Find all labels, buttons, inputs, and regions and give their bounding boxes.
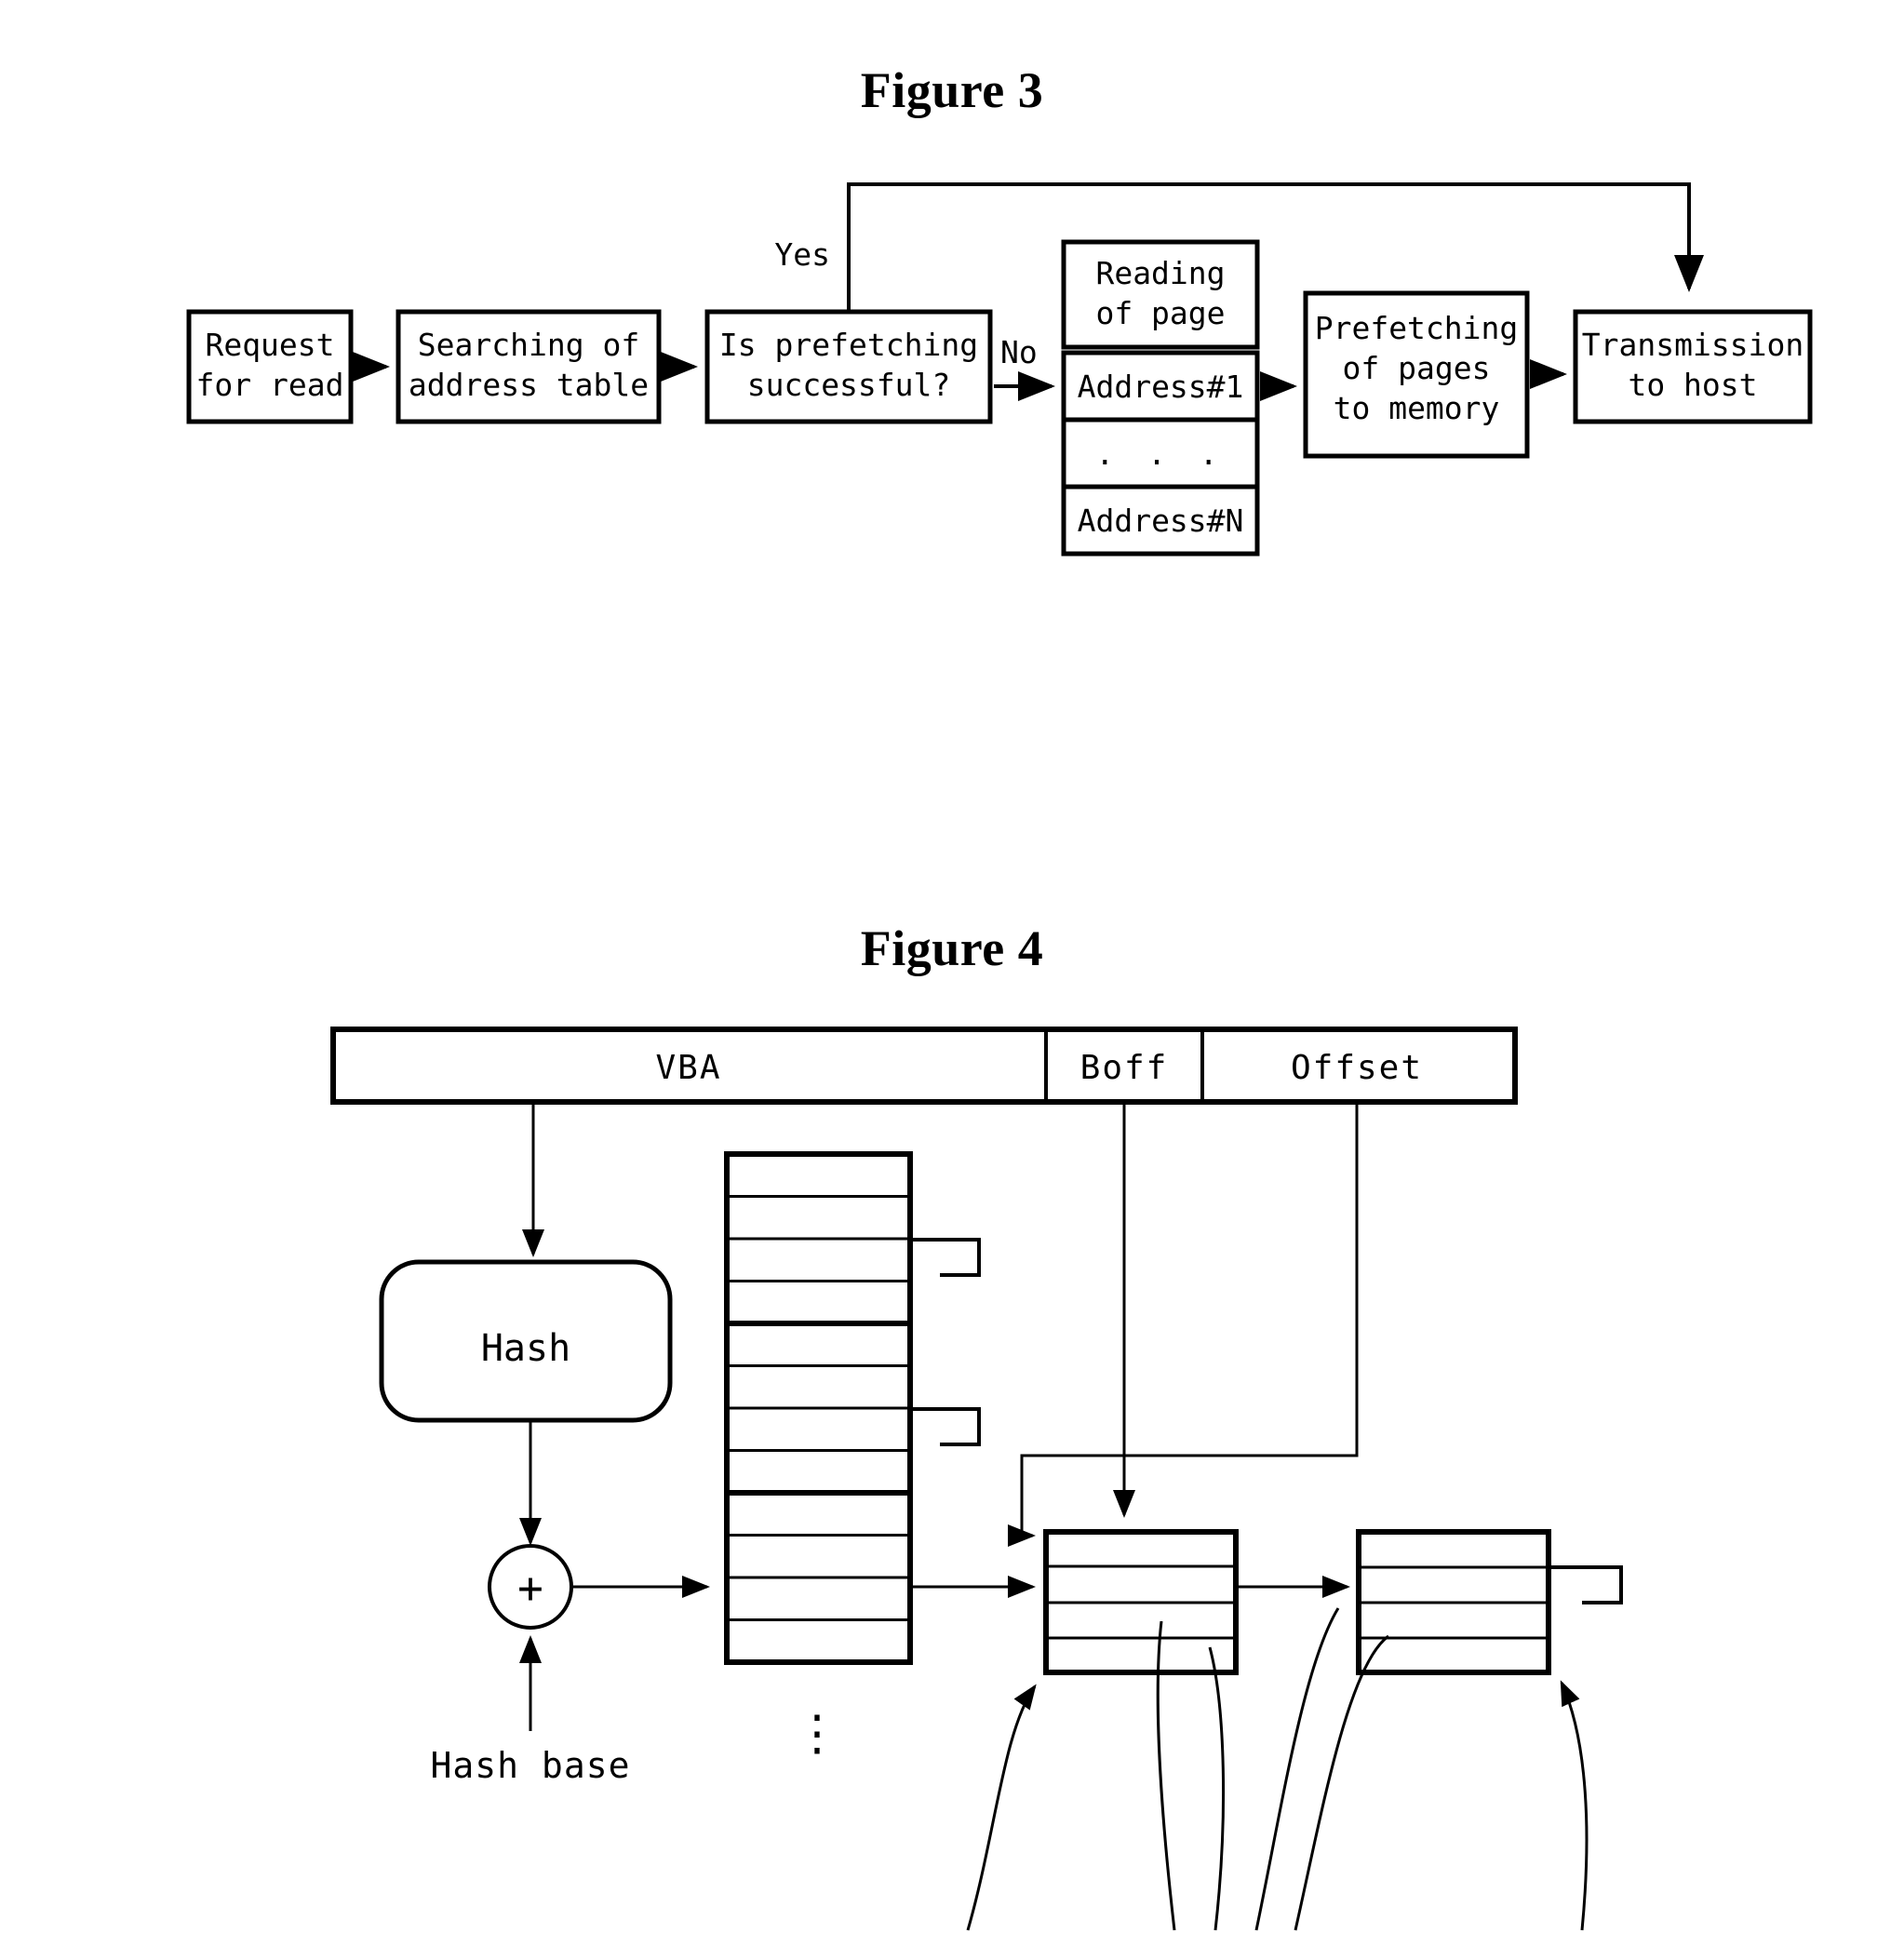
fig4-bucket-2 <box>1356 1529 1551 1675</box>
fig3-edge-label-no: No <box>1000 334 1038 370</box>
fig3-node-decision: Is prefetching successful? <box>704 309 993 424</box>
figure-4-diagram: VBA Boff Offset Hash + Hash base ⋮ <box>330 1027 1623 1931</box>
fig4-line-offset-to-bucket <box>1008 1102 1359 1547</box>
fig3-node-page-table-line-2: of page <box>1095 295 1225 331</box>
fig4-leader-sub-block-b <box>1208 1646 1226 1931</box>
fig4-adder-symbol: + <box>517 1563 543 1613</box>
fig3-node-searching-line-2: address table <box>409 367 649 403</box>
fig3-node-searching: Searching of address table <box>396 309 662 424</box>
fig4-hash-table-ellipsis: ⋮ <box>793 1706 841 1762</box>
fig4-bucket-1 <box>1043 1529 1239 1675</box>
fig3-node-decision-line-1: Is prefetching <box>719 327 978 363</box>
fig4-leader-bucket-1 <box>966 1684 1037 1931</box>
fig3-node-prefetching-line-3: to memory <box>1334 390 1500 426</box>
fig3-node-request-line-1: Request <box>205 327 334 363</box>
fig4-hash-base-label: Hash base <box>431 1745 631 1786</box>
figure-3-diagram: Request for read Searching of address ta… <box>186 182 1813 557</box>
fig4-hash-label: Hash <box>481 1327 570 1370</box>
fig4-bucket2-bracket-tick <box>1549 1565 1623 1604</box>
fig3-node-prefetching-line-1: Prefetching <box>1315 310 1519 346</box>
fig3-edge-label-yes: Yes <box>774 236 830 273</box>
fig3-node-request: Request for read <box>186 309 354 424</box>
fig3-page-table-row-1: Address#1 <box>1078 369 1244 405</box>
fig3-node-page-table: Reading of page Address#1 . . . Address#… <box>1061 239 1260 557</box>
fig3-node-prefetching-line-2: of pages <box>1343 350 1491 386</box>
fig3-page-table-row-3: Address#N <box>1078 503 1244 539</box>
fig4-hash-table <box>724 1151 913 1665</box>
fig4-hash-block: Hash <box>379 1259 673 1423</box>
fig4-hashtable-bracket-tick-1 <box>910 1238 981 1277</box>
fig3-node-request-line-2: for read <box>196 367 344 403</box>
fig3-page-table-row-2: . . . <box>1095 436 1225 472</box>
fig3-node-searching-line-1: Searching of <box>418 327 639 363</box>
fig3-node-page-table-line-1: Reading <box>1095 255 1225 291</box>
fig4-adder: + <box>488 1544 573 1630</box>
fig3-node-decision-line-2: successful? <box>747 367 951 403</box>
figure-4-title: Figure 4 <box>860 920 1044 976</box>
fig4-address-word: VBA Boff Offset <box>330 1027 1518 1105</box>
fig4-field-vba: VBA <box>655 1049 721 1087</box>
fig3-node-prefetching: Prefetching of pages to memory <box>1303 290 1530 459</box>
fig4-hashtable-bracket-tick-2 <box>910 1407 981 1446</box>
patent-drawing-sheet: Figure 3 Request for read Searching of a… <box>0 0 1904 1933</box>
fig4-field-boff: Boff <box>1080 1049 1169 1087</box>
fig3-edge-yes <box>847 182 1704 312</box>
fig3-node-transmission-line-2: to host <box>1628 367 1757 403</box>
fig3-node-transmission-line-1: Transmission <box>1582 327 1803 363</box>
fig4-leader-bucket-2 <box>1560 1680 1589 1931</box>
fig4-leader-sub-block-c <box>1254 1607 1340 1931</box>
fig3-node-transmission: Transmission to host <box>1573 309 1813 424</box>
fig4-field-offset: Offset <box>1291 1049 1423 1087</box>
